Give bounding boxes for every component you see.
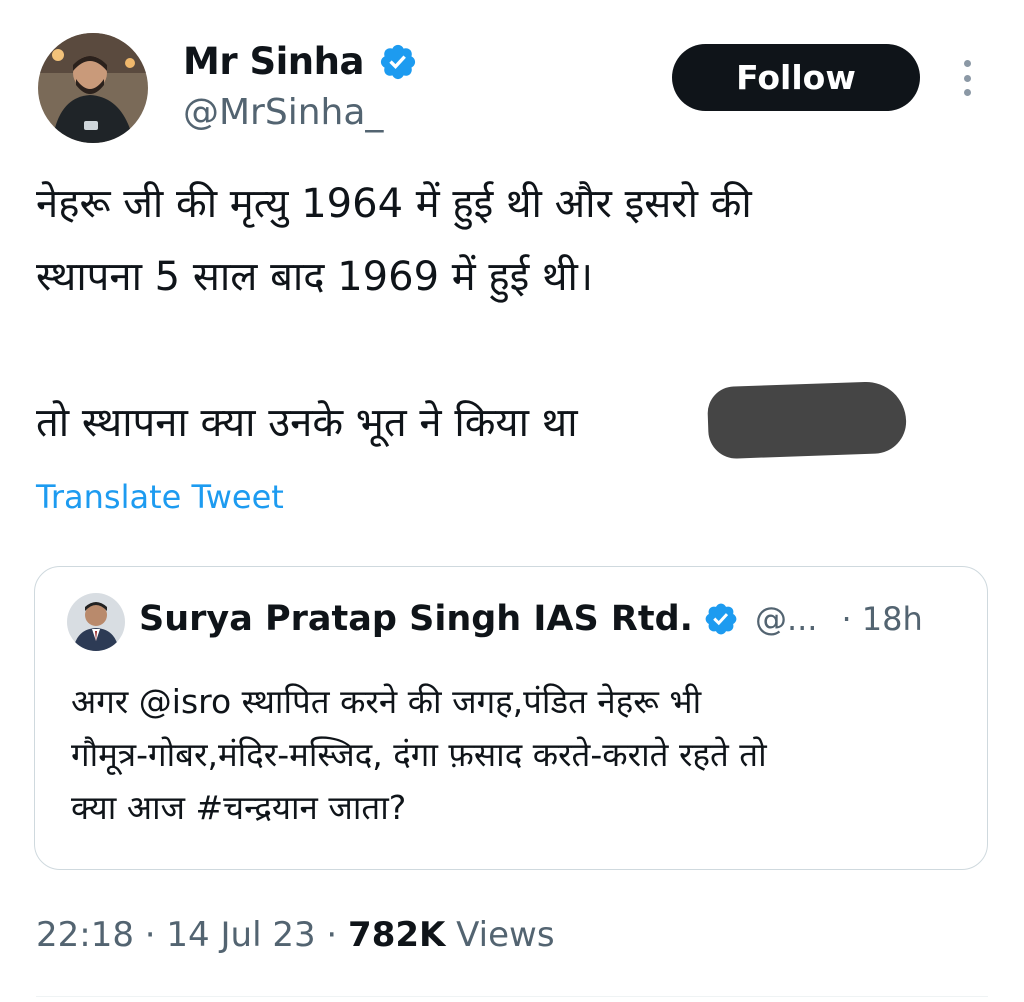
quoted-display-name[interactable]: Surya Pratap Singh IAS Rtd. (139, 599, 693, 639)
author-handle[interactable]: @MrSinha_ (183, 92, 383, 133)
tweet-meta: 22:18 · 14 Jul 23 · 782K Views (36, 915, 555, 955)
author-name-row: Mr Sinha (183, 40, 418, 83)
views-label: Views (445, 915, 555, 955)
meta-separator: · (133, 915, 167, 955)
author-display-name[interactable]: Mr Sinha (183, 40, 364, 83)
quoted-line: क्या आज #चन्द्रयान जाता? (71, 788, 407, 827)
quoted-author-avatar (67, 593, 125, 651)
author-avatar[interactable] (38, 33, 148, 143)
quoted-line: अगर @isro स्थापित करने की जगह,पंडित नेहर… (71, 682, 702, 721)
divider (36, 996, 988, 997)
tweet-date[interactable]: 14 Jul 23 (166, 915, 315, 955)
redaction-scribble (706, 380, 908, 460)
verified-badge-icon (705, 603, 737, 635)
quoted-line: गौमूत्र-गोबर,मंदिर-मस्जिद, दंगा फ़साद कर… (71, 735, 767, 774)
quoted-header: Surya Pratap Singh IAS Rtd. @... · 18h (139, 599, 923, 639)
verified-badge-icon (380, 44, 416, 79)
tweet-line: स्थापना 5 साल बाद 1969 में हुई थी। (36, 254, 594, 300)
tweet-time[interactable]: 22:18 (36, 915, 134, 955)
quoted-time: · 18h (841, 600, 923, 638)
quoted-tweet-card[interactable]: Surya Pratap Singh IAS Rtd. @... · 18h अ… (34, 566, 988, 870)
tweet-line: नेहरू जी की मृत्यु 1964 में हुई थी और इस… (36, 181, 752, 227)
translate-tweet-link[interactable]: Translate Tweet (36, 478, 284, 516)
tweet-line (36, 314, 996, 387)
views-count[interactable]: 782K (348, 915, 445, 955)
quoted-handle: @... (754, 600, 818, 638)
more-vertical-icon[interactable] (956, 60, 978, 96)
meta-separator: · (315, 915, 349, 955)
quoted-tweet-text: अगर @isro स्थापित करने की जगह,पंडित नेहर… (71, 675, 971, 834)
follow-button[interactable]: Follow (672, 44, 920, 111)
